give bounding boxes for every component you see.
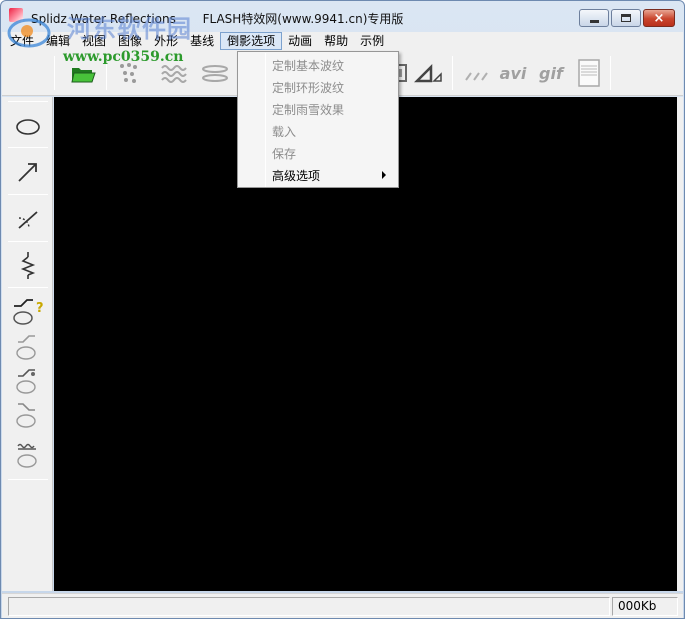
watermark-text: 河东软件园: [67, 15, 192, 43]
reflection-help-icon: ?: [13, 299, 44, 325]
reflection-shape-3-icon: [16, 403, 36, 428]
gif-label: gif: [539, 63, 563, 83]
tool-separator: [8, 194, 48, 195]
menu-item-load[interactable]: 载入: [272, 123, 296, 140]
watermark-url: www.pc0359.cn: [63, 49, 184, 65]
ellipse-icon: [16, 119, 40, 135]
tool-separator: [8, 241, 48, 242]
submenu-arrow-icon: [382, 171, 386, 179]
reflection-options-menu: 定制基本波纹 定制环形波纹 定制雨雪效果 载入 保存 高级选项: [237, 51, 399, 188]
reflection-shape-3-button[interactable]: [9, 397, 47, 433]
minimize-icon: [589, 19, 599, 23]
status-bar: 000Kb: [2, 593, 683, 618]
close-button[interactable]: ×: [643, 9, 675, 27]
menu-item-advanced-options[interactable]: 高级选项: [272, 167, 320, 184]
maximize-icon: [621, 14, 631, 22]
menu-animation[interactable]: 动画: [282, 32, 318, 50]
reflection-shape-4-button[interactable]: [9, 437, 47, 473]
ellipse-tool-button[interactable]: [9, 109, 47, 145]
canvas-border: [677, 97, 683, 591]
minimize-button[interactable]: [579, 9, 609, 27]
wave-tool-button[interactable]: [9, 247, 47, 283]
triangle-icon: [414, 63, 442, 83]
left-toolbar: ?: [2, 97, 53, 591]
maximize-button[interactable]: [611, 9, 641, 27]
tool-separator: [8, 147, 48, 148]
menu-reflection-options[interactable]: 倒影选项: [220, 32, 283, 50]
avi-label: avi: [499, 63, 527, 83]
ring-ripple-icon: [202, 65, 228, 82]
perspective-button[interactable]: [412, 56, 446, 90]
tool-separator: [8, 479, 48, 480]
arrow-icon: [18, 163, 37, 182]
toolbar-separator: [54, 56, 55, 90]
file-size-text: 000Kb: [618, 599, 657, 613]
zigzag-icon: [20, 252, 36, 279]
angle-icon: [18, 211, 38, 229]
arrow-tool-button[interactable]: [9, 154, 47, 190]
ring-ripple-button[interactable]: [198, 56, 232, 90]
rain-effect-button[interactable]: [460, 56, 494, 90]
svg-text:?: ?: [36, 301, 44, 316]
app-window: Splidz Water Reflections FLASH特效网(www.99…: [0, 0, 685, 619]
film-strip-icon: [578, 59, 600, 87]
menu-item-custom-ring-ripple[interactable]: 定制环形波纹: [272, 79, 344, 96]
toolbar-separator: [610, 56, 611, 90]
tool-separator: [8, 101, 48, 102]
reflection-shape-2-button[interactable]: [9, 363, 47, 399]
reflection-shape-4-icon: [17, 443, 37, 468]
rain-icon: [465, 72, 488, 81]
menu-item-save[interactable]: 保存: [272, 145, 296, 162]
reflection-shape-2-icon: [16, 369, 36, 394]
menu-help[interactable]: 帮助: [318, 32, 354, 50]
angle-tool-button[interactable]: [9, 201, 47, 237]
menu-item-custom-basic-ripple[interactable]: 定制基本波纹: [272, 57, 344, 74]
menu-gutter: [265, 53, 266, 187]
watermark-logo-icon: [7, 18, 51, 48]
export-gif-button[interactable]: gif: [534, 56, 568, 90]
tool-separator: [8, 287, 48, 288]
reflection-shape-1-button[interactable]: [9, 329, 47, 365]
export-avi-button[interactable]: avi: [496, 56, 530, 90]
menu-examples[interactable]: 示例: [354, 32, 390, 50]
toolbar-separator: [452, 56, 453, 90]
reflection-shape-1-icon: [16, 335, 36, 360]
menu-item-custom-rain-snow[interactable]: 定制雨雪效果: [272, 101, 344, 118]
frames-button[interactable]: [572, 56, 606, 90]
open-folder-icon: [71, 68, 96, 83]
reflection-help-tool-button[interactable]: ?: [9, 293, 47, 329]
status-message-pane: [8, 597, 610, 616]
close-icon: ×: [653, 10, 665, 26]
